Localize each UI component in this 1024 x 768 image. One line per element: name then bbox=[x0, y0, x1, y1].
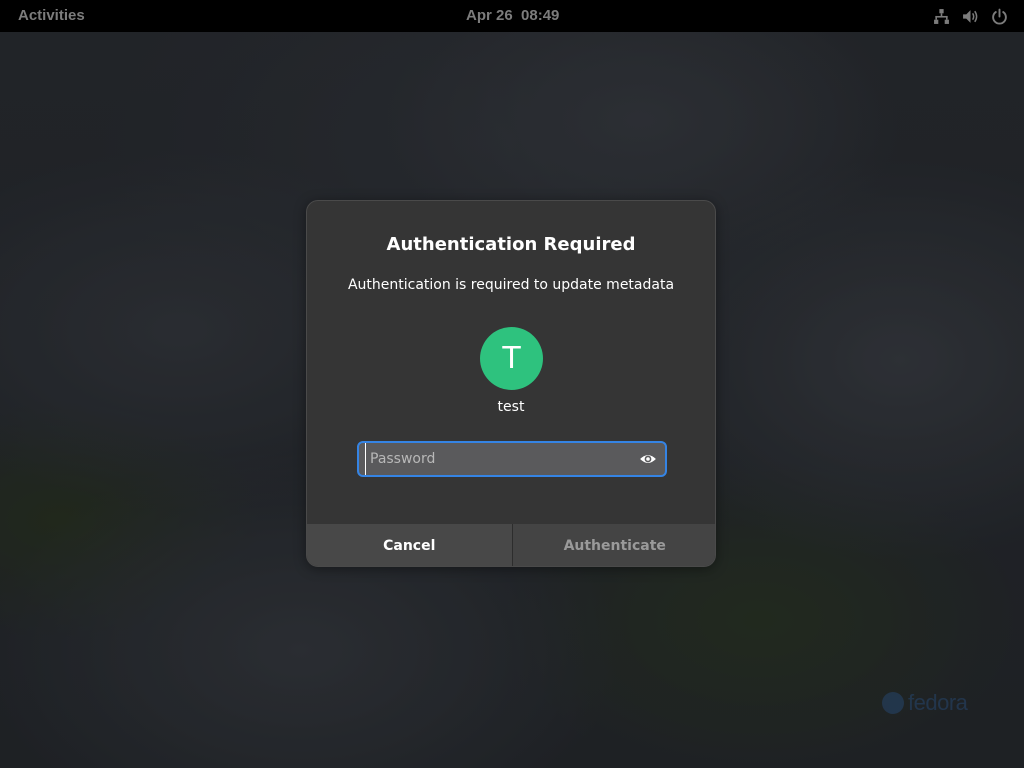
fedora-logo-icon bbox=[882, 692, 904, 714]
power-icon[interactable] bbox=[991, 8, 1008, 25]
volume-icon[interactable] bbox=[962, 8, 979, 25]
dialog-title: Authentication Required bbox=[386, 234, 636, 255]
authenticate-button[interactable]: Authenticate bbox=[512, 524, 715, 566]
fedora-watermark: fedora bbox=[882, 690, 968, 716]
authentication-dialog: Authentication Required Authentication i… bbox=[306, 200, 716, 567]
clock[interactable]: Apr 26 08:49 bbox=[466, 7, 559, 24]
password-field-container[interactable] bbox=[357, 441, 667, 477]
fedora-logo-text: fedora bbox=[908, 690, 968, 715]
desktop: fedora Activities Apr 26 08:49 Authentic… bbox=[0, 0, 1024, 768]
top-bar: Activities Apr 26 08:49 bbox=[0, 0, 1024, 32]
user-avatar: T bbox=[480, 327, 543, 390]
cancel-button[interactable]: Cancel bbox=[307, 524, 513, 566]
dialog-message: Authentication is required to update met… bbox=[347, 277, 675, 293]
username-label: test bbox=[497, 399, 525, 415]
dialog-button-row: Cancel Authenticate bbox=[307, 524, 715, 566]
password-input[interactable] bbox=[365, 443, 627, 475]
network-icon[interactable] bbox=[933, 8, 950, 25]
system-tray[interactable] bbox=[933, 8, 1008, 25]
show-password-eye-icon[interactable] bbox=[639, 450, 657, 468]
activities-button[interactable]: Activities bbox=[18, 7, 85, 24]
